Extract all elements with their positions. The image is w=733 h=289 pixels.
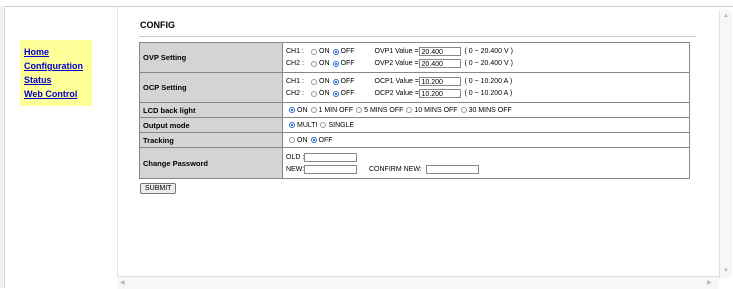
config-table: OVP Setting CH1 : ON OFF OVP1 Value = 20… (139, 42, 690, 179)
ovp-ch2-off-label: OFF (340, 60, 355, 67)
vertical-scrollbar[interactable]: ▲ ▼ (719, 10, 732, 278)
ovp-ch1-on-label: ON (319, 48, 330, 55)
ovp-ch1-on-radio[interactable] (311, 48, 317, 55)
ocp-ch1-off-radio[interactable] (332, 78, 339, 85)
table-row: OVP Setting CH1 : ON OFF OVP1 Value = 20… (139, 42, 690, 73)
ovp-ch2-off-radio[interactable] (332, 60, 339, 67)
ocp-ch1-off-label: OFF (340, 78, 355, 85)
ocp2-value-input[interactable]: 10.200 (418, 89, 461, 98)
ovp1-value-label: OVP1 Value = (374, 48, 419, 55)
window-left-border (0, 6, 5, 288)
tracking-off-label: OFF (318, 136, 333, 144)
password-label: Change Password (139, 147, 283, 179)
title-divider (139, 36, 696, 37)
ocp-label: OCP Setting (139, 72, 283, 103)
main-content: CONFIG OVP Setting CH1 : ON OFF OVP1 Val… (117, 6, 720, 276)
ocp-ch2-on-label: ON (319, 90, 330, 97)
page-title: CONFIG (140, 20, 175, 30)
nav-link-home[interactable]: Home (20, 45, 92, 59)
ovp-ch2-on-radio[interactable] (311, 60, 317, 67)
ocp-ch1-label: CH1 : (286, 78, 304, 85)
output-multi-radio[interactable] (289, 122, 295, 128)
scroll-right-icon[interactable]: ▶ (707, 280, 712, 286)
scroll-up-icon[interactable]: ▲ (723, 13, 729, 19)
lcd-5mins-radio[interactable] (356, 107, 363, 113)
ocp-ch2-on-radio[interactable] (311, 90, 317, 97)
lcd-label: LCD back light (139, 102, 283, 118)
ovp2-value-label: OVP2 Value = (374, 60, 419, 67)
ovp-ch1-label: CH1 : (286, 48, 304, 55)
lcd-10mins-label: 10 MINS OFF (414, 106, 458, 114)
output-mode-cell: MULTI SINGLE (282, 117, 690, 133)
confirm-password-input[interactable] (425, 164, 479, 174)
table-row: Change Password OLD : NEW: CONFIRM NEW: (139, 147, 690, 179)
tracking-label: Tracking (139, 132, 283, 148)
nav-link-status[interactable]: Status (20, 73, 92, 87)
nav-link-configuration[interactable]: Configuration (20, 59, 92, 73)
password-cell: OLD : NEW: CONFIRM NEW: (282, 147, 690, 179)
lcd-1min-label: 1 MIN OFF (318, 106, 354, 114)
lcd-30mins-radio[interactable] (460, 107, 467, 113)
ocp-cell: CH1 : ON OFF OCP1 Value = 10.200 ( 0 ~ 1… (282, 72, 690, 103)
lcd-1min-radio[interactable] (310, 107, 317, 113)
ovp-cell: CH1 : ON OFF OVP1 Value = 20.400 ( 0 ~ 2… (282, 42, 690, 73)
new-password-input[interactable] (304, 164, 357, 174)
ovp-label: OVP Setting (139, 42, 283, 73)
ovp-ch1-off-label: OFF (340, 48, 355, 55)
scroll-down-icon[interactable]: ▼ (723, 268, 729, 274)
lcd-30mins-label: 30 MINS OFF (468, 106, 512, 114)
tracking-off-radio[interactable] (310, 137, 317, 143)
nav-menu: Home Configuration Status Web Control (20, 40, 92, 106)
old-password-label: OLD : (286, 153, 305, 161)
output-multi-label: MULTI (297, 121, 318, 129)
ocp-ch1-on-label: ON (319, 78, 330, 85)
old-password-input[interactable] (304, 152, 357, 162)
ovp2-value-input[interactable]: 20.400 (418, 59, 461, 68)
lcd-5mins-label: 5 MINS OFF (364, 106, 404, 114)
output-single-label: SINGLE (328, 121, 355, 129)
table-row: LCD back light ON 1 MIN OFF 5 MINS OFF 1… (139, 102, 690, 118)
ovp-ch2-label: CH2 : (286, 60, 304, 67)
ocp2-range: ( 0 ~ 10.200 A ) (464, 90, 513, 97)
ocp-ch2-label: CH2 : (286, 90, 304, 97)
scroll-left-icon[interactable]: ◀ (120, 280, 125, 286)
table-row: Output mode MULTI SINGLE (139, 117, 690, 133)
ovp-ch2-on-label: ON (319, 60, 330, 67)
output-mode-label: Output mode (139, 117, 283, 133)
ocp1-value-label: OCP1 Value = (374, 78, 419, 85)
ocp1-range: ( 0 ~ 10.200 A ) (464, 78, 513, 85)
ovp2-range: ( 0 ~ 20.400 V ) (464, 60, 513, 67)
ocp-ch2-off-label: OFF (340, 90, 355, 97)
nav-link-web-control[interactable]: Web Control (20, 87, 92, 101)
ocp1-value-input[interactable]: 10.200 (418, 77, 461, 86)
lcd-10mins-radio[interactable] (406, 107, 413, 113)
ocp-ch2-off-radio[interactable] (332, 90, 339, 97)
tracking-cell: ON OFF (282, 132, 690, 148)
ocp-ch1-on-radio[interactable] (311, 78, 317, 85)
table-row: OCP Setting CH1 : ON OFF OCP1 Value = 10… (139, 72, 690, 103)
ovp1-range: ( 0 ~ 20.400 V ) (464, 48, 513, 55)
horizontal-scrollbar[interactable]: ◀ ▶ (117, 276, 719, 289)
lcd-on-label: ON (297, 106, 308, 114)
lcd-on-radio[interactable] (289, 107, 295, 113)
new-password-label: NEW: (286, 165, 305, 173)
ocp2-value-label: OCP2 Value = (374, 90, 419, 97)
lcd-cell: ON 1 MIN OFF 5 MINS OFF 10 MINS OFF 30 M… (282, 102, 690, 118)
ovp1-value-input[interactable]: 20.400 (418, 47, 461, 56)
output-single-radio[interactable] (320, 122, 327, 128)
submit-button[interactable]: SUBMIT (140, 183, 177, 194)
tracking-on-radio[interactable] (289, 137, 295, 143)
confirm-password-label: CONFIRM NEW: (369, 165, 422, 173)
ovp-ch1-off-radio[interactable] (332, 48, 339, 55)
table-row: Tracking ON OFF (139, 132, 690, 148)
tracking-on-label: ON (297, 136, 308, 144)
